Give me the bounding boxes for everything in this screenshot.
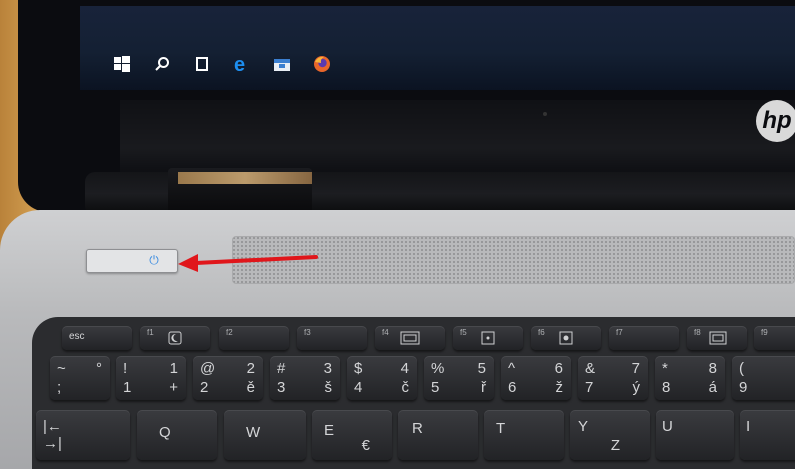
key-i[interactable]: I: [740, 410, 795, 460]
key-t[interactable]: T: [484, 410, 564, 460]
key-4[interactable]: $4 4 č: [347, 356, 417, 400]
hinge-reflection: [178, 172, 312, 184]
firefox-icon[interactable]: [302, 44, 342, 84]
key-2[interactable]: @2 2 ě: [193, 356, 263, 400]
key-y[interactable]: YZ: [570, 410, 650, 460]
key-7[interactable]: & 7 7 ý: [578, 356, 648, 400]
key-9[interactable]: (9: [732, 356, 795, 400]
f1-key[interactable]: f1: [140, 326, 210, 350]
edge-browser-icon[interactable]: e: [222, 44, 262, 84]
key-6[interactable]: ^ 6 6 ž: [501, 356, 571, 400]
key-w[interactable]: W: [224, 410, 306, 460]
key-u[interactable]: U: [656, 410, 734, 460]
display-switch-icon: [400, 331, 420, 345]
red-arrow-annotation: [178, 254, 318, 272]
backlight-icon: [709, 331, 727, 345]
esc-key[interactable]: esc: [62, 326, 132, 350]
f6-key[interactable]: f6: [531, 326, 601, 350]
f2-key[interactable]: f2: [219, 326, 289, 350]
f8-key[interactable]: f8: [687, 326, 747, 350]
brightness-up-icon: [559, 331, 573, 345]
file-explorer-icon[interactable]: [262, 44, 302, 84]
task-view-icon[interactable]: [182, 44, 222, 84]
windows-taskbar: e: [80, 44, 795, 84]
key-3[interactable]: #3 3 š: [270, 356, 340, 400]
key-q[interactable]: Q: [137, 410, 217, 460]
f4-key[interactable]: f4: [375, 326, 445, 350]
f3-key[interactable]: f3: [297, 326, 367, 350]
key-8[interactable]: * 8 8 á: [655, 356, 725, 400]
key-1[interactable]: ! 1 1 +: [116, 356, 186, 400]
hp-logo: hp: [756, 100, 795, 142]
webcam-dot: [543, 112, 547, 116]
laptop-photo: e hp ⏻ esc f1 f2 f3 f4 f5 f6 f7 f8 f9 ~ °…: [0, 0, 795, 469]
f5-key[interactable]: f5: [453, 326, 523, 350]
sleep-icon: [168, 331, 182, 345]
power-button[interactable]: [86, 249, 178, 273]
key-r[interactable]: R: [398, 410, 478, 460]
key-tilde[interactable]: ~ °;: [50, 356, 110, 400]
key-5[interactable]: % 5 5 ř: [424, 356, 494, 400]
svg-text:e: e: [234, 54, 245, 74]
power-icon: ⏻: [149, 252, 159, 267]
brightness-down-icon: [481, 331, 495, 345]
key-e[interactable]: E €: [312, 410, 392, 460]
windows-start-icon[interactable]: [102, 44, 142, 84]
tab-key[interactable]: |← →|: [36, 410, 130, 460]
f9-key[interactable]: f9: [754, 326, 795, 350]
f7-key[interactable]: f7: [609, 326, 679, 350]
search-icon[interactable]: [142, 44, 182, 84]
